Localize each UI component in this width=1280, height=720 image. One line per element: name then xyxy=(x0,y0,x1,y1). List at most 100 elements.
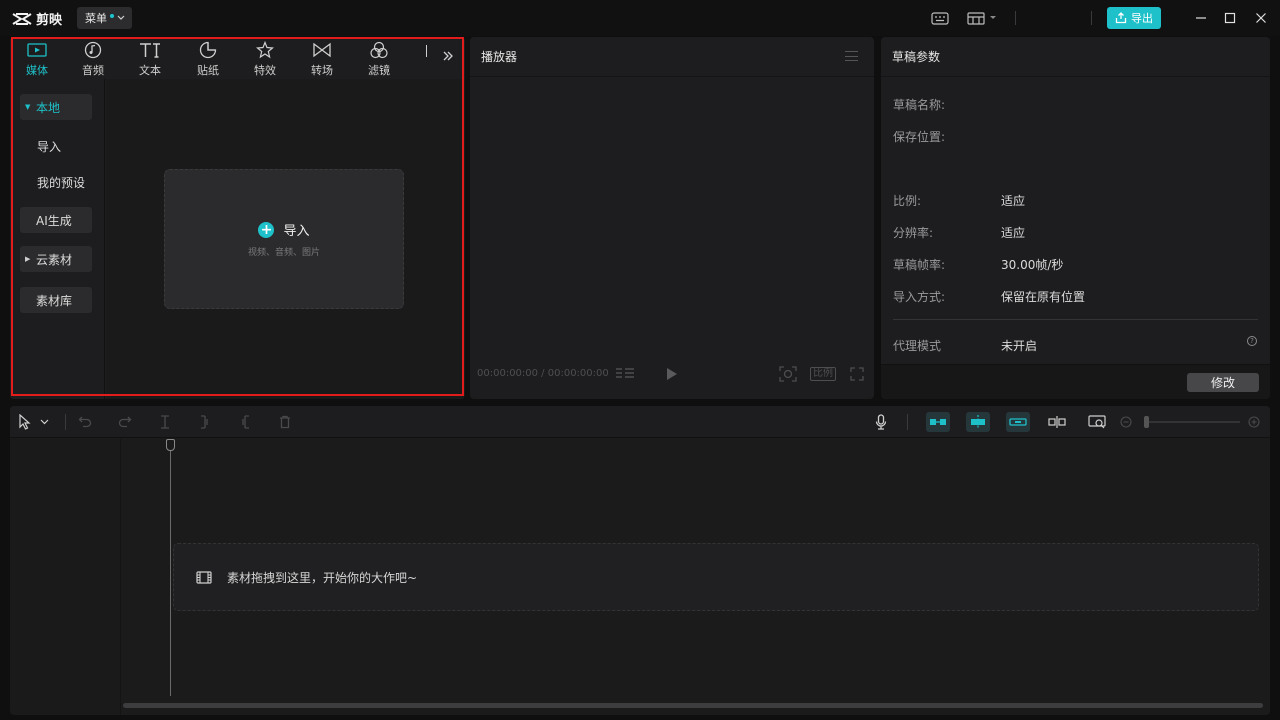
auto-snap-toggle[interactable] xyxy=(966,412,990,432)
sidebar-item-library[interactable]: 素材库 xyxy=(20,287,92,313)
tab-text[interactable]: 文本 xyxy=(130,40,170,78)
record-audio-button[interactable] xyxy=(872,414,890,430)
plus-icon: + xyxy=(258,221,275,238)
undo-button[interactable] xyxy=(76,414,94,430)
divider xyxy=(907,414,908,430)
divider xyxy=(65,414,66,430)
list-view-button[interactable] xyxy=(615,366,635,382)
menu-button[interactable]: 菜单 xyxy=(77,7,132,29)
play-button[interactable] xyxy=(666,366,678,382)
close-button[interactable] xyxy=(1250,8,1272,28)
select-tool-button[interactable] xyxy=(16,414,34,430)
playhead-handle[interactable] xyxy=(166,439,175,451)
draft-row-framerate: 草稿帧率: 30.00帧/秒 xyxy=(893,256,1063,272)
media-icon xyxy=(27,43,47,57)
player-header: 播放器 xyxy=(470,37,874,77)
tab-filter[interactable]: 滤镜 xyxy=(359,40,399,78)
draft-row-resolution: 分辨率: 适应 xyxy=(893,224,1025,240)
track-header-area xyxy=(10,439,121,715)
split-button[interactable] xyxy=(156,414,174,430)
filter-icon xyxy=(370,41,388,59)
sidebar-item-cloud[interactable]: ▶ 云素材 xyxy=(20,246,92,272)
draft-label: 代理模式 xyxy=(893,339,942,353)
redo-icon xyxy=(118,416,132,428)
select-tool-dropdown[interactable] xyxy=(38,414,50,430)
preview-axis-toggle[interactable] xyxy=(1048,414,1066,430)
list-icon xyxy=(616,368,634,378)
tab-label: 音频 xyxy=(82,64,104,77)
timeline-panel: 素材拖拽到这里，开始你的大作吧~ xyxy=(10,406,1270,715)
keyboard-shortcut-button[interactable] xyxy=(929,8,951,28)
zoom-slider-handle[interactable] xyxy=(1144,416,1149,428)
linkage-toggle[interactable] xyxy=(1006,412,1030,432)
timeline-scrollbar[interactable] xyxy=(123,703,1263,708)
draft-row-proxy: 代理模式 未开启 xyxy=(893,337,1037,353)
sidebar-item-import[interactable]: 导入 xyxy=(20,133,61,159)
film-icon xyxy=(196,570,212,584)
zoom-slider-track[interactable] xyxy=(1148,421,1240,423)
fullscreen-button[interactable] xyxy=(850,366,864,382)
trim-left-icon xyxy=(201,415,208,429)
tab-label: 特效 xyxy=(254,64,276,77)
transition-icon xyxy=(313,42,331,58)
import-button[interactable]: + 导入 xyxy=(258,220,310,239)
zoom-out-button[interactable] xyxy=(1119,414,1133,430)
draft-header: 草稿参数 xyxy=(881,37,1270,77)
preview-axis-icon xyxy=(1048,416,1066,428)
media-content: + 导入 视频、音频、图片 xyxy=(106,79,465,399)
help-icon[interactable]: ? xyxy=(1247,336,1257,346)
redo-button[interactable] xyxy=(116,414,134,430)
minimize-button[interactable] xyxy=(1190,8,1212,28)
chevron-down-icon xyxy=(40,419,48,425)
more-tabs-button[interactable] xyxy=(440,49,456,65)
zoom-fit-button[interactable] xyxy=(1088,414,1106,430)
tab-sticker[interactable]: 贴纸 xyxy=(188,40,228,78)
sidebar-item-my-presets[interactable]: 我的预设 xyxy=(20,169,85,195)
ratio-button[interactable]: 比例 xyxy=(810,366,836,382)
link-icon xyxy=(1009,418,1027,426)
microphone-icon xyxy=(875,414,887,430)
tab-label: 滤镜 xyxy=(368,64,390,77)
tab-media[interactable]: 媒体 xyxy=(17,40,57,78)
timeline-drop-zone[interactable]: 素材拖拽到这里，开始你的大作吧~ xyxy=(173,543,1259,611)
sidebar-item-local[interactable]: ▼ 本地 xyxy=(20,94,92,120)
trim-left-button[interactable] xyxy=(196,414,214,430)
ratio-label: 比例 xyxy=(810,367,836,381)
trim-right-icon xyxy=(242,415,249,429)
zoom-in-button[interactable] xyxy=(1247,414,1261,430)
sidebar-item-label: 素材库 xyxy=(36,293,73,308)
chevron-down-icon xyxy=(990,16,996,19)
sidebar-item-ai-generate[interactable]: AI生成 xyxy=(20,207,92,233)
tab-label: 贴纸 xyxy=(197,64,219,77)
draft-title: 草稿参数 xyxy=(892,50,941,64)
zoom-in-icon xyxy=(1248,416,1260,428)
sidebar-item-label: AI生成 xyxy=(36,213,72,228)
draft-label: 草稿帧率: xyxy=(893,258,946,272)
playhead[interactable] xyxy=(170,446,171,696)
modify-button[interactable]: 修改 xyxy=(1187,373,1259,392)
trim-right-button[interactable] xyxy=(236,414,254,430)
import-drop-zone[interactable]: + 导入 视频、音频、图片 xyxy=(164,169,404,309)
audio-icon xyxy=(84,41,102,59)
double-chevron-right-icon xyxy=(443,51,453,61)
menu-icon[interactable] xyxy=(845,51,858,61)
main-track-magnet-toggle[interactable] xyxy=(926,412,950,432)
draft-panel: 草稿参数 草稿名称: 保存位置: 比例: 适应 分辨率: 适应 草稿帧率: 30… xyxy=(881,37,1270,399)
player-controls: 00:00:00:00 / 00:00:00:00 比例 xyxy=(470,359,874,389)
tab-effects[interactable]: 特效 xyxy=(245,40,285,78)
divider xyxy=(893,319,1258,320)
layout-button[interactable] xyxy=(964,8,1000,28)
draft-label: 草稿名称: xyxy=(893,98,946,112)
media-sidebar: ▼ 本地 导入 我的预设 AI生成 ▶ 云素材 素材库 xyxy=(10,79,105,399)
focus-icon xyxy=(779,366,797,382)
tab-transition[interactable]: 转场 xyxy=(302,40,342,78)
tab-audio[interactable]: 音频 xyxy=(73,40,113,78)
export-button[interactable]: 导出 xyxy=(1107,7,1161,29)
media-tabs: 媒体 音频 文本 贴纸 特效 转场 滤镜 xyxy=(10,37,465,79)
menu-label: 菜单 xyxy=(85,12,107,25)
sidebar-item-label: 本地 xyxy=(36,100,61,115)
delete-button[interactable] xyxy=(276,414,294,430)
maximize-button[interactable] xyxy=(1219,8,1241,28)
app-logo: 剪映 xyxy=(12,9,62,28)
screenshot-button[interactable] xyxy=(779,366,797,382)
